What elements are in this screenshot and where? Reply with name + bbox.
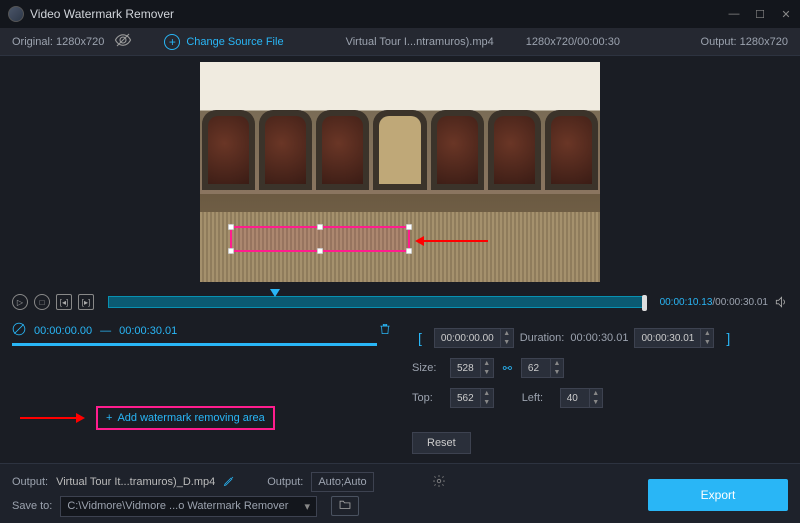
segment-row[interactable]: 00:00:00.00 — 00:00:30.01 (12, 322, 392, 339)
add-area-label: Add watermark removing area (117, 412, 264, 424)
source-res-duration: 1280x720/00:00:30 (526, 36, 620, 48)
change-source-label: Change Source File (186, 36, 283, 48)
add-watermark-area-button[interactable]: + Add watermark removing area (96, 406, 275, 430)
output-file-value: Virtual Tour It...tramuros)_D.mp4 (56, 476, 215, 488)
segment-start: 00:00:00.00 (34, 325, 92, 337)
segment-bar[interactable] (12, 343, 377, 346)
edit-output-icon[interactable] (223, 475, 235, 490)
timeline-slider[interactable] (108, 296, 646, 308)
time-display: 00:00:10.13/00:00:30.01 (660, 297, 768, 308)
chevron-down-icon: ▾ (304, 500, 310, 513)
minimize-button[interactable]: — (728, 8, 740, 21)
output-format-dropdown[interactable]: Auto;Auto (311, 472, 373, 492)
app-title: Video Watermark Remover (30, 7, 174, 21)
start-time-stepper[interactable]: 00:00:00.00▲▼ (434, 328, 514, 348)
plus-icon: + (106, 412, 112, 424)
properties-panel: [ 00:00:00.00▲▼ Duration: 00:00:30.01 00:… (412, 322, 788, 454)
source-filename: Virtual Tour I...ntramuros).mp4 (346, 36, 494, 48)
original-resolution: Original: 1280x720 (12, 36, 104, 48)
resize-handle[interactable] (317, 248, 323, 254)
change-source-button[interactable]: + Change Source File (164, 34, 283, 50)
range-start-bracket[interactable]: [ (412, 330, 428, 346)
size-label: Size: (412, 362, 444, 374)
stop-button[interactable]: □ (34, 294, 50, 310)
timeline-playhead[interactable] (270, 289, 280, 297)
step-back-button[interactable]: [◂] (56, 294, 72, 310)
total-time: /00:00:30.01 (712, 297, 768, 308)
segments-panel: 00:00:00.00 — 00:00:30.01 + Add watermar… (12, 322, 392, 454)
reset-button[interactable]: Reset (412, 432, 471, 454)
maximize-button[interactable]: ☐ (754, 8, 766, 21)
watermark-selection[interactable] (230, 226, 410, 252)
preview-toggle-icon[interactable] (114, 31, 132, 52)
close-button[interactable]: ✕ (780, 8, 792, 21)
output-format-value: Auto;Auto (318, 476, 366, 488)
top-stepper[interactable]: 562▲▼ (450, 388, 494, 408)
segment-sep: — (100, 325, 111, 337)
end-time-stepper[interactable]: 00:00:30.01▲▼ (634, 328, 714, 348)
plus-icon: + (164, 34, 180, 50)
settings-icon[interactable] (432, 474, 446, 491)
preview-canvas[interactable] (200, 62, 600, 282)
resize-handle[interactable] (317, 224, 323, 230)
footer: Output: Virtual Tour It...tramuros)_D.mp… (0, 463, 800, 523)
left-label: Left: (522, 392, 554, 404)
export-button[interactable]: Export (648, 479, 788, 511)
infobar: Original: 1280x720 + Change Source File … (0, 28, 800, 56)
save-path-dropdown[interactable]: C:\Vidmore\Vidmore ...o Watermark Remove… (60, 496, 317, 517)
link-aspect-icon[interactable]: ⚯ (500, 362, 515, 375)
resize-handle[interactable] (406, 248, 412, 254)
titlebar: Video Watermark Remover — ☐ ✕ (0, 0, 800, 28)
open-folder-button[interactable] (331, 496, 359, 516)
annotation-arrow (418, 240, 488, 242)
height-stepper[interactable]: 62▲▼ (521, 358, 564, 378)
current-time: 00:00:10.13 (660, 297, 713, 308)
resize-handle[interactable] (228, 224, 234, 230)
left-stepper[interactable]: 40▲▼ (560, 388, 603, 408)
app-logo (8, 6, 24, 22)
output-resolution: Output: 1280x720 (701, 36, 788, 48)
range-end-bracket[interactable]: ] (720, 330, 736, 346)
resize-handle[interactable] (406, 224, 412, 230)
save-to-label: Save to: (12, 500, 52, 512)
timeline-end-handle[interactable] (642, 295, 647, 311)
segment-end: 00:00:30.01 (119, 325, 177, 337)
resize-handle[interactable] (228, 248, 234, 254)
output-format-label: Output: (267, 476, 303, 488)
duration-value: 00:00:30.01 (570, 332, 628, 344)
duration-label: Duration: (520, 332, 565, 344)
play-button[interactable]: ▷ (12, 294, 28, 310)
annotation-arrow (20, 417, 82, 419)
top-label: Top: (412, 392, 444, 404)
export-label: Export (701, 488, 736, 502)
save-path-value: C:\Vidmore\Vidmore ...o Watermark Remove… (67, 500, 288, 512)
delete-segment-icon[interactable] (378, 322, 392, 339)
volume-icon[interactable] (774, 295, 788, 309)
output-file-label: Output: (12, 476, 48, 488)
playback-bar: ▷ □ [◂] [▸] 00:00:10.13/00:00:30.01 (0, 286, 800, 318)
segment-icon (12, 322, 26, 339)
video-preview (0, 56, 800, 286)
width-stepper[interactable]: 528▲▼ (450, 358, 494, 378)
step-forward-button[interactable]: [▸] (78, 294, 94, 310)
